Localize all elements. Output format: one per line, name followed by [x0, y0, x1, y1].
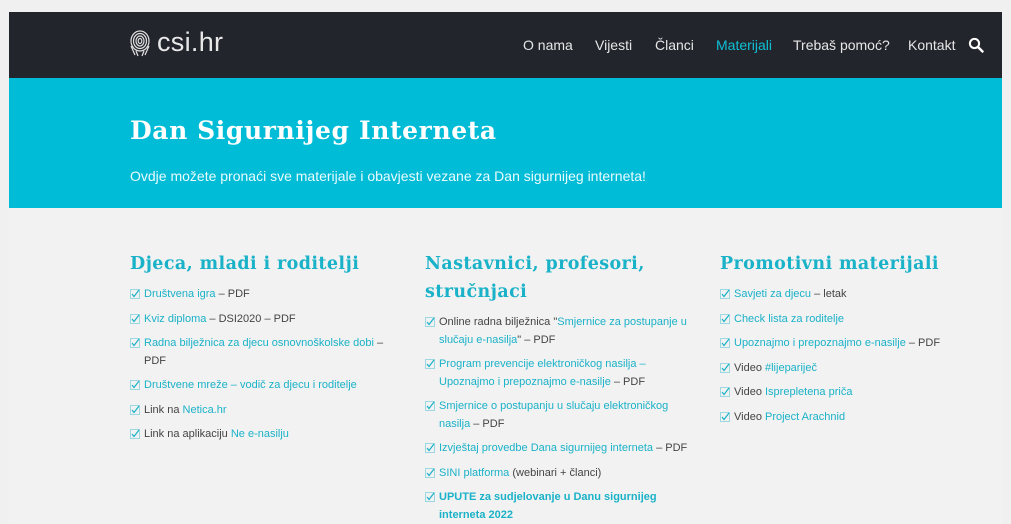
link-drustvena-igra[interactable]: Društvena igra	[144, 288, 216, 300]
checkbox-icon	[130, 404, 140, 415]
nav-item-clanci[interactable]: Članci	[655, 37, 694, 53]
list-item: Savjeti za djecu – letak	[720, 286, 992, 304]
checkbox-icon	[425, 467, 435, 478]
nav-item-kontakt[interactable]: Kontakt	[908, 37, 955, 53]
list-item: Program prevencije elektroničkog nasilja…	[425, 356, 695, 391]
item-suffix: " – PDF	[517, 333, 556, 346]
link-isprepletena-prica[interactable]: Isprepletena priča	[765, 386, 852, 398]
checkbox-icon	[720, 411, 730, 422]
list-item: UPUTE za sudjelovanje u Danu sigurnijeg …	[425, 489, 695, 524]
checkbox-icon	[130, 289, 140, 299]
column-heading: Djeca, mladi i roditelji	[130, 254, 360, 274]
checkbox-icon	[425, 359, 435, 369]
checkbox-icon	[720, 338, 730, 348]
item-suffix: – PDF	[610, 375, 646, 388]
link-drustvene-mreze[interactable]: Društvene mreže – vodič za djecu i rodit…	[144, 379, 357, 391]
checkbox-icon	[425, 401, 435, 411]
item-prefix: Video	[734, 410, 765, 423]
item-prefix: Video	[734, 386, 765, 398]
checkbox-icon	[130, 429, 140, 439]
list-item: Društvena igra – PDF	[130, 286, 400, 304]
hero-banner: Dan Sigurnijeg Interneta Ovdje možete pr…	[9, 78, 1002, 208]
list-item: Online radna bilježnica "Smjernice za po…	[425, 314, 695, 349]
link-project-arachnid[interactable]: Project Arachnid	[765, 411, 845, 423]
item-suffix: – DSI2020 – PDF	[206, 312, 296, 325]
column-djeca: Djeca, mladi i roditelji Društvena igra …	[130, 250, 400, 451]
list-item: Video Isprepletena priča	[720, 384, 992, 402]
checkbox-icon	[425, 492, 435, 502]
site-logo[interactable]: csi.hr	[129, 27, 223, 58]
materials-content: Djeca, mladi i roditelji Društvena igra …	[9, 208, 1002, 524]
page: csi.hr O nama Vijesti Članci Materijali …	[0, 0, 1011, 524]
page-title: Dan Sigurnijeg Interneta	[130, 116, 497, 145]
item-suffix: – PDF	[470, 417, 505, 430]
item-prefix: Online radna bilježnica "	[439, 316, 558, 328]
nav-item-trebas-pomoc[interactable]: Trebaš pomoć?	[793, 37, 890, 53]
link-savjeti-za-djecu[interactable]: Savjeti za djecu	[734, 288, 811, 300]
search-icon[interactable]	[968, 37, 984, 53]
brand-name: csi.hr	[157, 27, 224, 57]
list-item: Smjernice o postupanju u slučaju elektro…	[425, 398, 695, 433]
list-item: Link na aplikaciju Ne e-nasilju	[130, 426, 400, 444]
top-navbar: csi.hr O nama Vijesti Članci Materijali …	[9, 12, 1002, 78]
link-sini-platforma[interactable]: SINI platforma	[439, 467, 509, 479]
list-item: Video Project Arachnid	[720, 409, 992, 427]
checkbox-icon	[425, 443, 435, 453]
item-suffix: (webinari + članci)	[509, 466, 602, 479]
checkbox-icon	[720, 387, 730, 397]
checkbox-icon	[720, 313, 730, 324]
material-list: Društvena igra – PDF Kviz diploma – DSI2…	[130, 286, 400, 444]
checkbox-icon	[130, 380, 140, 390]
item-suffix: – PDF	[215, 288, 250, 300]
item-suffix: – PDF	[653, 442, 688, 454]
nav-item-vijesti[interactable]: Vijesti	[595, 37, 632, 53]
checkbox-icon	[720, 362, 730, 373]
link-kviz-diploma[interactable]: Kviz diploma	[144, 313, 206, 325]
list-item: Video #lijepariječ	[720, 360, 992, 378]
fingerprint-logo-icon	[130, 29, 150, 56]
link-ne-e-nasilju[interactable]: Ne e-nasilju	[231, 428, 289, 440]
item-prefix: Video	[734, 361, 765, 374]
link-upoznajmo[interactable]: Upoznajmo i prepoznajmo e-nasilje	[734, 337, 906, 349]
column-promotivni: Promotivni materijali Savjeti za djecu –…	[720, 250, 992, 433]
list-item: Link na Netica.hr	[130, 402, 400, 420]
list-item: Izvještaj provedbe Dana sigurnijeg inter…	[425, 440, 695, 458]
nav-item-materijali[interactable]: Materijali	[716, 37, 772, 53]
link-lijeparijec[interactable]: #lijepariječ	[765, 362, 817, 374]
list-item: Upoznajmo i prepoznajmo e-nasilje – PDF	[720, 335, 992, 353]
column-heading-line: stručnjaci	[425, 282, 528, 302]
material-list: Online radna bilježnica "Smjernice za po…	[425, 314, 695, 524]
link-izvjestaj-provedbe[interactable]: Izvještaj provedbe Dana sigurnijeg inter…	[439, 442, 653, 454]
item-prefix: Link na	[144, 403, 183, 416]
column-heading-line: Nastavnici, profesori,	[425, 254, 645, 274]
checkbox-icon	[720, 289, 730, 299]
page-subtitle: Ovdje možete pronaći sve materijale i ob…	[130, 168, 646, 184]
column-heading: Nastavnici, profesori, stručnjaci	[425, 250, 695, 306]
list-item: Radna bilježnica za djecu osnovnoškolske…	[130, 335, 400, 370]
column-nastavnici: Nastavnici, profesori, stručnjaci Online…	[425, 250, 695, 524]
list-item: Kviz diploma – DSI2020 – PDF	[130, 311, 400, 329]
link-upute-2022[interactable]: UPUTE za sudjelovanje u Danu sigurnijeg …	[439, 491, 657, 521]
link-netica[interactable]: Netica.hr	[183, 404, 227, 416]
list-item: Društvene mreže – vodič za djecu i rodit…	[130, 377, 400, 395]
list-item: SINI platforma (webinari + članci)	[425, 465, 695, 483]
link-check-lista[interactable]: Check lista za roditelje	[734, 313, 844, 325]
item-suffix: – letak	[811, 288, 847, 300]
column-heading: Promotivni materijali	[720, 254, 939, 274]
link-radna-biljeznica[interactable]: Radna bilježnica za djecu osnovnoškolske…	[144, 337, 374, 349]
list-item: Check lista za roditelje	[720, 311, 992, 329]
item-prefix: Link na aplikaciju	[144, 428, 231, 440]
material-list: Savjeti za djecu – letak Check lista za …	[720, 286, 992, 426]
nav-item-o-nama[interactable]: O nama	[523, 37, 573, 53]
checkbox-icon	[130, 338, 140, 348]
item-suffix: – PDF	[905, 337, 941, 349]
checkbox-icon	[425, 317, 435, 327]
checkbox-icon	[130, 313, 140, 324]
